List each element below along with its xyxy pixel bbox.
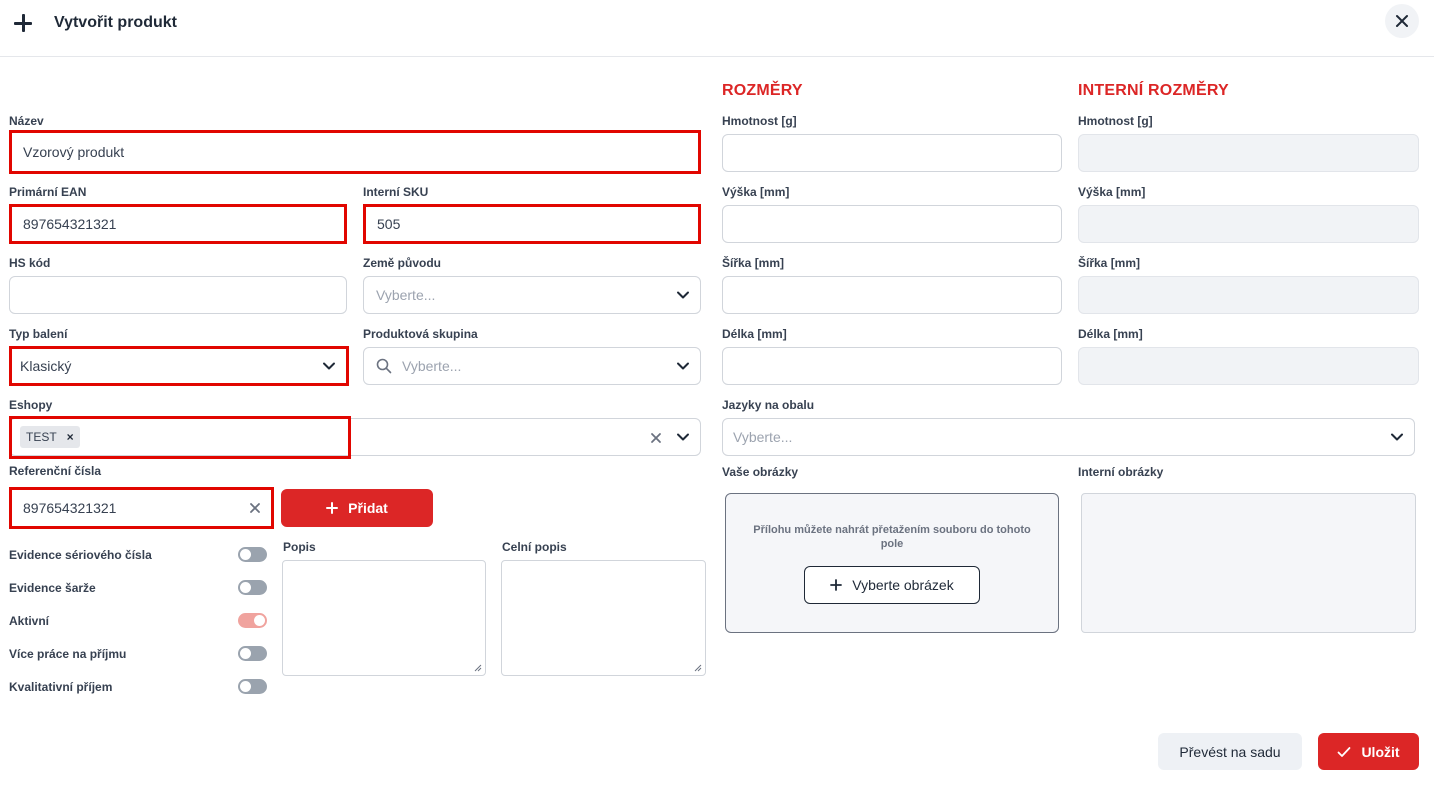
internal-sku-value: 505	[377, 216, 401, 232]
product-group-select[interactable]: Vyberte...	[363, 347, 701, 385]
reference-number-value: 897654321321	[23, 500, 117, 516]
name-value: Vzorový produkt	[23, 144, 125, 160]
check-icon	[1337, 746, 1351, 758]
internal-images-box	[1081, 493, 1416, 633]
primary-ean-label: Primární EAN	[9, 185, 87, 199]
image-dropzone[interactable]: Přílohu můžete nahrát přetažením souboru…	[725, 493, 1059, 633]
height-label: Výška [mm]	[722, 185, 790, 199]
description-label: Popis	[283, 540, 316, 554]
eshop-tag-label: TEST	[26, 430, 57, 444]
internal-sku-label: Interní SKU	[363, 185, 429, 199]
dropzone-hint: Přílohu můžete nahrát přetažením souboru…	[753, 524, 1031, 550]
modal-header: Vytvořit produkt	[0, 0, 1434, 57]
clear-icon[interactable]	[249, 502, 261, 514]
toggle-label-active: Aktivní	[9, 614, 50, 628]
languages-label: Jazyky na obalu	[722, 398, 815, 412]
internal-images-label: Interní obrázky	[1078, 465, 1164, 479]
clear-icon[interactable]	[650, 432, 662, 444]
tag-remove-icon[interactable]: ×	[67, 430, 74, 444]
eshop-tag: TEST ×	[20, 426, 80, 448]
country-placeholder: Vyberte...	[376, 287, 436, 303]
reference-number-input[interactable]: 897654321321	[9, 487, 274, 529]
chevron-down-icon	[677, 362, 689, 370]
toggle-quality[interactable]	[238, 679, 267, 694]
close-icon	[1396, 15, 1408, 27]
hs-code-label: HS kód	[9, 256, 51, 270]
internal-weight-label: Hmotnost [g]	[1078, 114, 1153, 128]
length-label: Délka [mm]	[722, 327, 787, 341]
pick-image-button[interactable]: Vyberte obrázek	[804, 566, 980, 604]
primary-ean-value: 897654321321	[23, 216, 117, 232]
dimensions-title: ROZMĚRY	[722, 82, 803, 99]
toggle-label-more-work: Více práce na příjmu	[9, 647, 127, 661]
package-type-value: Klasický	[20, 358, 72, 374]
package-type-select[interactable]: Klasický	[9, 346, 349, 386]
plus-icon	[830, 579, 843, 591]
add-reference-label: Přidat	[348, 500, 388, 516]
languages-placeholder: Vyberte...	[733, 429, 793, 445]
save-label: Uložit	[1361, 743, 1400, 760]
primary-ean-input[interactable]: 897654321321	[9, 204, 347, 244]
add-reference-button[interactable]: Přidat	[281, 489, 433, 527]
internal-dimensions-title: INTERNÍ ROZMĚRY	[1078, 82, 1229, 99]
country-select[interactable]: Vyberte...	[363, 276, 701, 314]
toggle-label-quality: Kvalitativní příjem	[9, 680, 113, 694]
close-button[interactable]	[1385, 4, 1419, 38]
resize-grip-icon[interactable]	[473, 663, 482, 672]
country-label: Země původu	[363, 256, 442, 270]
modal-title: Vytvořit produkt	[54, 14, 177, 31]
toggle-more-work[interactable]	[238, 646, 267, 661]
internal-width-label: Šířka [mm]	[1078, 256, 1141, 270]
hs-code-input[interactable]	[9, 276, 347, 314]
length-input[interactable]	[722, 347, 1062, 385]
save-button[interactable]: Uložit	[1318, 733, 1419, 770]
width-label: Šířka [mm]	[722, 256, 785, 270]
languages-select[interactable]: Vyberte...	[722, 418, 1415, 456]
weight-label: Hmotnost [g]	[722, 114, 797, 128]
eshops-select[interactable]: TEST ×	[9, 418, 701, 456]
internal-height-label: Výška [mm]	[1078, 185, 1146, 199]
chevron-down-icon	[323, 362, 335, 370]
convert-to-set-button[interactable]: Převést na sadu	[1158, 733, 1302, 770]
plus-icon	[12, 12, 34, 34]
product-group-placeholder: Vyberte...	[402, 358, 462, 374]
chevron-down-icon	[1391, 433, 1403, 441]
toggle-label-batch: Evidence šarže	[9, 581, 96, 595]
eshops-label: Eshopy	[9, 398, 53, 412]
toggle-active[interactable]	[238, 613, 267, 628]
search-icon	[376, 358, 392, 374]
internal-length-input	[1078, 347, 1419, 385]
your-images-label: Vaše obrázky	[722, 465, 799, 479]
name-input[interactable]: Vzorový produkt	[9, 130, 701, 174]
weight-input[interactable]	[722, 134, 1062, 172]
customs-description-label: Celní popis	[502, 540, 567, 554]
internal-sku-input[interactable]: 505	[363, 204, 701, 244]
internal-height-input	[1078, 205, 1419, 243]
name-label: Název	[9, 114, 44, 128]
package-type-label: Typ balení	[9, 327, 68, 341]
internal-weight-input	[1078, 134, 1419, 172]
height-input[interactable]	[722, 205, 1062, 243]
internal-length-label: Délka [mm]	[1078, 327, 1143, 341]
toggle-serial[interactable]	[238, 547, 267, 562]
resize-grip-icon[interactable]	[693, 663, 702, 672]
product-group-label: Produktová skupina	[363, 327, 478, 341]
chevron-down-icon	[677, 433, 689, 441]
reference-numbers-label: Referenční čísla	[9, 464, 102, 478]
toggle-label-serial: Evidence sériového čísla	[9, 548, 152, 562]
width-input[interactable]	[722, 276, 1062, 314]
convert-to-set-label: Převést na sadu	[1179, 743, 1281, 760]
customs-description-textarea[interactable]	[501, 560, 706, 676]
description-textarea[interactable]	[282, 560, 486, 676]
internal-width-input	[1078, 276, 1419, 314]
toggle-batch[interactable]	[238, 580, 267, 595]
pick-image-label: Vyberte obrázek	[852, 577, 954, 593]
plus-icon	[326, 502, 339, 514]
chevron-down-icon	[677, 291, 689, 299]
